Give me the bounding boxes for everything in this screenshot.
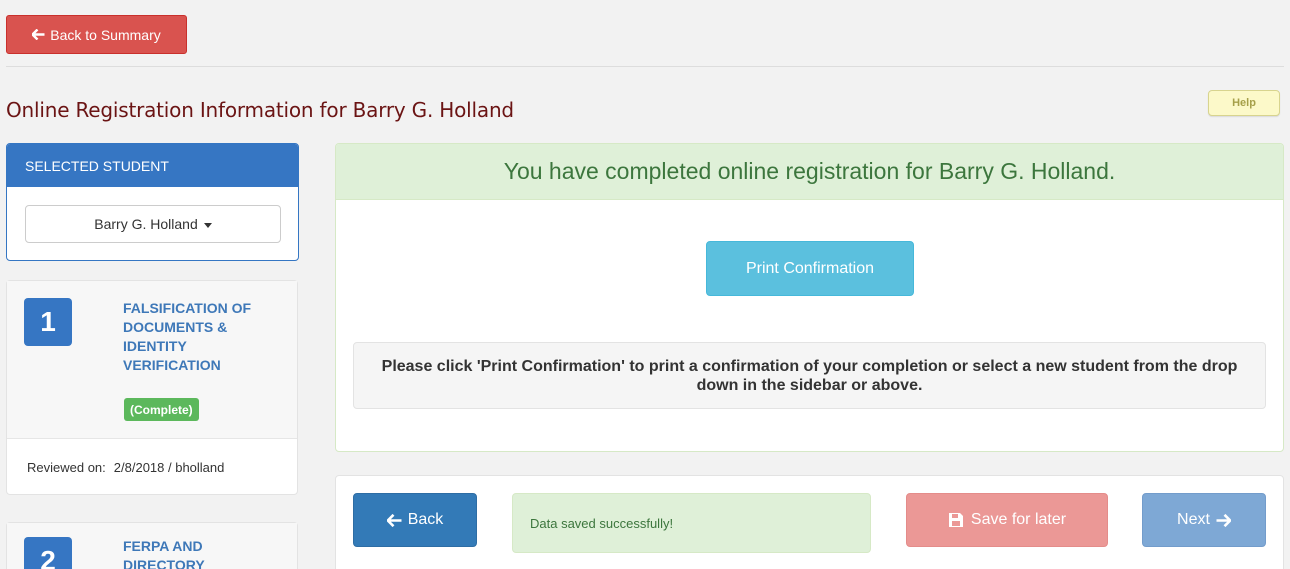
next-button[interactable]: Next — [1142, 493, 1266, 547]
status-message: Data saved successfully! — [512, 493, 871, 553]
navigation-panel: Back Data saved successfully! Save for l… — [335, 475, 1284, 569]
help-button[interactable]: Help — [1208, 90, 1280, 116]
back-label: Back — [407, 511, 444, 528]
selected-student-panel: SELECTED STUDENT Barry G. Holland — [6, 143, 299, 261]
back-to-summary-label: Back to Summary — [50, 26, 161, 43]
step-card-body: 2 FERPA AND DIRECTORY — [7, 523, 297, 569]
reviewed-label: Reviewed on: — [27, 459, 106, 475]
reviewed-value: 2/8/2018 / bholland — [113, 459, 225, 475]
instruction-text: Please click 'Print Confirmation' to pri… — [353, 342, 1266, 409]
student-dropdown-value: Barry G. Holland — [94, 216, 198, 232]
step-card-1[interactable]: 1 FALSIFICATION OF DOCUMENTS & IDENTITY … — [6, 280, 298, 495]
page-title: Online Registration Information for Barr… — [6, 98, 514, 122]
step-title[interactable]: FERPA AND DIRECTORY — [123, 537, 283, 569]
step-number: 1 — [24, 298, 72, 346]
print-confirmation-button[interactable]: Print Confirmation — [706, 241, 914, 296]
step-card-2[interactable]: 2 FERPA AND DIRECTORY — [6, 522, 298, 569]
caret-down-icon — [203, 222, 212, 228]
student-dropdown[interactable]: Barry G. Holland — [25, 205, 281, 243]
back-button[interactable]: Back — [353, 493, 477, 547]
save-icon — [948, 512, 964, 528]
back-to-summary-button[interactable]: Back to Summary — [6, 15, 187, 54]
save-for-later-button[interactable]: Save for later — [906, 493, 1108, 547]
step-title[interactable]: FALSIFICATION OF DOCUMENTS & IDENTITY VE… — [123, 299, 283, 375]
header-divider — [6, 66, 1284, 67]
completion-panel: You have completed online registration f… — [335, 143, 1284, 452]
selected-student-header: SELECTED STUDENT — [7, 144, 298, 187]
completion-message: You have completed online registration f… — [336, 144, 1283, 200]
registration-page: Back to Summary Online Registration Info… — [0, 0, 1290, 569]
arrow-right-icon — [1216, 513, 1231, 527]
save-later-label: Save for later — [970, 511, 1067, 528]
step-card-body: 1 FALSIFICATION OF DOCUMENTS & IDENTITY … — [7, 281, 297, 438]
status-badge: (Complete) — [124, 398, 199, 421]
next-label: Next — [1177, 511, 1210, 528]
step-reviewed-info: Reviewed on: 2/8/2018 / bholland — [7, 438, 297, 495]
arrow-left-icon — [386, 513, 402, 527]
step-number: 2 — [24, 537, 72, 569]
arrow-left-icon — [32, 29, 45, 40]
